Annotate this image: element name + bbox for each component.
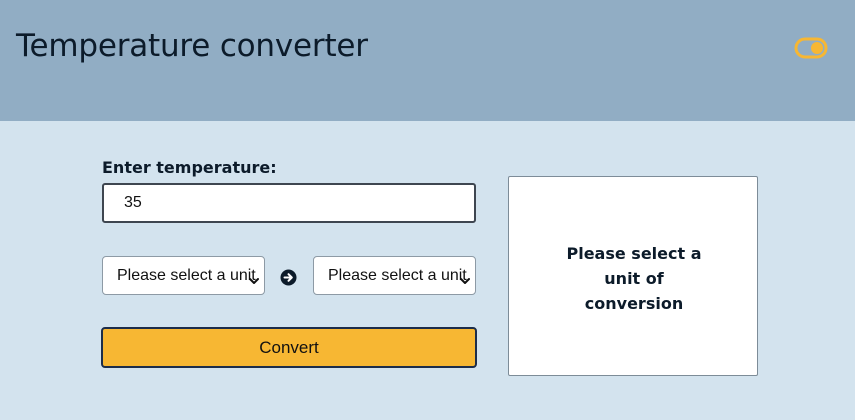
app-header: Temperature converter (0, 0, 855, 121)
chevron-down-icon (249, 271, 259, 284)
result-panel: Please select a unit of conversion (508, 176, 758, 376)
toggle-switch-icon[interactable] (794, 37, 828, 59)
to-unit-selected-value: Please select a unit (328, 267, 467, 284)
page-title: Temperature converter (16, 28, 368, 64)
arrow-right-circle-icon (280, 269, 297, 286)
chevron-down-icon (460, 271, 470, 284)
to-unit-select[interactable]: Please select a unit (313, 256, 476, 295)
temperature-label: Enter temperature: (102, 158, 277, 177)
convert-button[interactable]: Convert (101, 327, 477, 368)
converter-panel: Enter temperature: Please select a unit … (0, 121, 855, 420)
result-message: Please select a unit of conversion (566, 244, 702, 313)
from-unit-selected-value: Please select a unit (117, 267, 256, 284)
from-unit-select[interactable]: Please select a unit (102, 256, 265, 295)
temperature-input[interactable] (102, 183, 476, 223)
